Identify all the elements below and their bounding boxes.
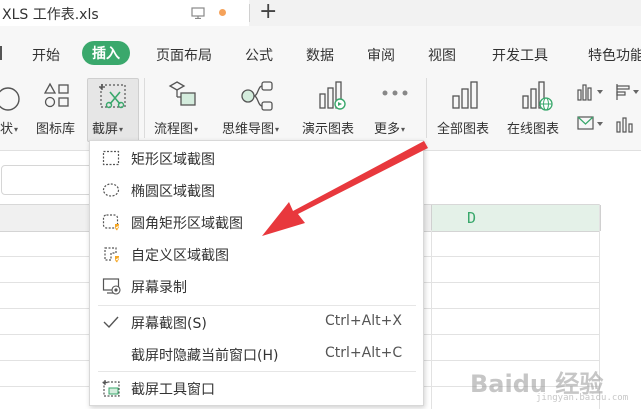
baidu-watermark: Baidu 经验 jingyan.baidu.com: [470, 364, 635, 404]
watermark-url: jingyan.baidu.com: [536, 393, 629, 403]
annotation-arrow: [262, 141, 428, 236]
